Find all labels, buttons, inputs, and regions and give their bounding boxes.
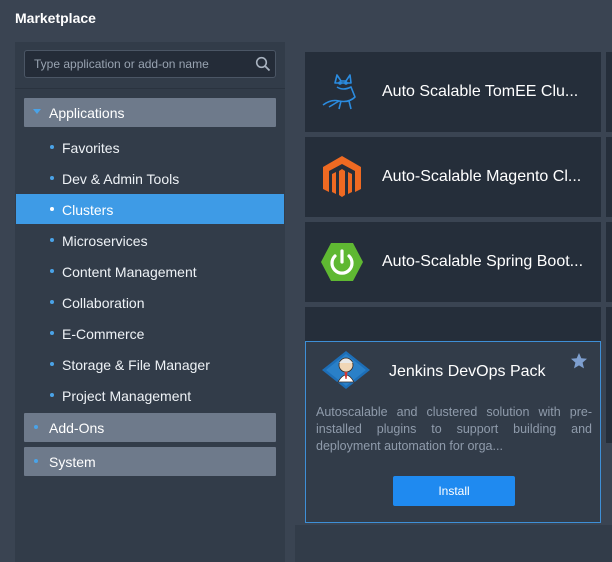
sidebar-item-label: Dev & Admin Tools: [62, 171, 180, 187]
caret-down-icon: [33, 109, 41, 114]
sidebar-item-clusters[interactable]: Clusters: [16, 194, 284, 224]
bullet-icon: [34, 459, 38, 463]
bullet-icon: [50, 207, 54, 211]
sidebar-group-applications[interactable]: Applications: [24, 98, 276, 127]
app-description: Autoscalable and clustered solution with…: [316, 405, 592, 453]
bullet-icon: [50, 393, 54, 397]
sidebar-item-favorites[interactable]: Favorites: [16, 132, 284, 162]
sidebar-item-e-commerce[interactable]: E-Commerce: [16, 318, 284, 348]
app-name: Auto Scalable TomEE Clu...: [382, 83, 579, 100]
sidebar-item-dev-admin-tools[interactable]: Dev & Admin Tools: [16, 163, 284, 193]
jenkins-icon: [322, 351, 370, 389]
bullet-icon: [50, 238, 54, 242]
sidebar-item-microservices[interactable]: Microservices: [16, 225, 284, 255]
sidebar-divider: [15, 88, 285, 89]
sidebar-item-label: E-Commerce: [62, 326, 145, 342]
sidebar-item-label: Content Management: [62, 264, 197, 280]
next-card-edge: [606, 307, 612, 443]
sidebar-group-add-ons[interactable]: Add-Ons: [24, 413, 276, 442]
tomee-cat-icon: [322, 74, 356, 110]
bullet-icon: [34, 425, 38, 429]
window-titlebar: Marketplace: [0, 0, 612, 36]
sidebar-group-label: Add-Ons: [49, 420, 105, 436]
sidebar-group-system[interactable]: System: [24, 447, 276, 476]
sidebar-item-storage-file-manager[interactable]: Storage & File Manager: [16, 349, 284, 379]
sidebar-group-label: System: [49, 454, 96, 470]
sidebar-item-label: Collaboration: [62, 295, 145, 311]
magento-icon: [323, 156, 361, 197]
bullet-icon: [50, 145, 54, 149]
bullet-icon: [50, 269, 54, 273]
bullet-icon: [50, 176, 54, 180]
search-icon[interactable]: [255, 56, 271, 72]
sidebar-item-content-management[interactable]: Content Management: [16, 256, 284, 286]
spring-power-icon: [321, 243, 363, 281]
app-card-magento[interactable]: Auto-Scalable Magento Cl...: [305, 137, 601, 217]
app-name: Auto-Scalable Magento Cl...: [382, 168, 582, 185]
search-input[interactable]: [25, 51, 249, 77]
sidebar-item-label: Microservices: [62, 233, 148, 249]
install-button[interactable]: Install: [393, 476, 515, 506]
sidebar-item-project-management[interactable]: Project Management: [16, 380, 284, 410]
bullet-icon: [50, 362, 54, 366]
sidebar-item-collaboration[interactable]: Collaboration: [16, 287, 284, 317]
app-name: Jenkins DevOps Pack: [389, 363, 546, 380]
app-name: Auto-Scalable Spring Boot...: [382, 253, 584, 270]
next-card-edge: [606, 222, 612, 302]
category-sidebar: Applications Favorites Dev & Admin Tools…: [15, 42, 285, 562]
star-icon[interactable]: [570, 352, 588, 370]
app-card-spring-boot[interactable]: Auto-Scalable Spring Boot...: [305, 222, 601, 302]
app-card-tomee[interactable]: Auto Scalable TomEE Clu...: [305, 52, 601, 132]
app-detail-popup: Jenkins DevOps Pack Autoscalable and clu…: [305, 341, 601, 523]
window-title: Marketplace: [15, 10, 96, 26]
sidebar-item-label: Clusters: [62, 202, 114, 218]
next-card-edge: [606, 52, 612, 132]
next-card-edge: [606, 137, 612, 217]
search-box[interactable]: [24, 50, 276, 78]
bullet-icon: [50, 331, 54, 335]
sidebar-item-label: Project Management: [62, 388, 192, 404]
app-grid: Auto Scalable TomEE Clu... Auto-Scalable…: [295, 42, 612, 562]
sidebar-item-label: Favorites: [62, 140, 120, 156]
sidebar-item-label: Storage & File Manager: [62, 357, 210, 373]
bullet-icon: [50, 300, 54, 304]
grid-bottom-area: [295, 525, 612, 562]
sidebar-group-label: Applications: [49, 105, 125, 121]
